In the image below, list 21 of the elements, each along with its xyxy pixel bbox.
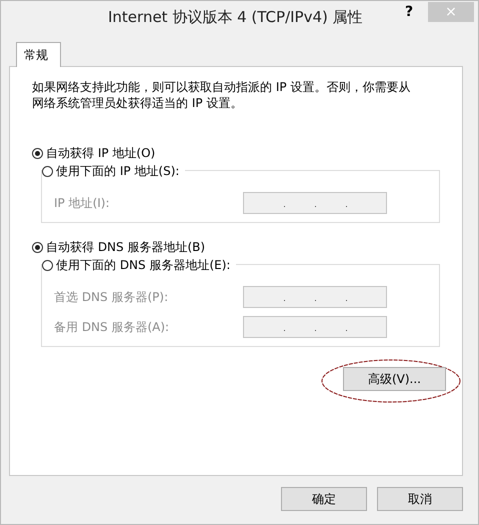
radio-label: 自动获得 IP 地址(O) xyxy=(46,145,156,162)
advanced-button[interactable]: 高级(V)... xyxy=(343,367,446,391)
description-text: 如果网络支持此功能，则可以获取自动指派的 IP 设置。否则，你需要从网络系统管理员处获得适当的 IP 设置。 xyxy=(32,79,412,111)
dialog-button[interactable]: 确定 xyxy=(281,487,367,511)
tab[interactable]: 常规 xyxy=(16,42,61,67)
window-title: Internet 协议版本 4 (TCP/IPv4) 属性 xyxy=(108,8,363,27)
ip-address-field[interactable] xyxy=(243,286,387,308)
radio-icon[interactable] xyxy=(42,166,53,177)
field-label: IP 地址(I): xyxy=(54,194,110,212)
dialog-button[interactable]: 取消 xyxy=(377,487,463,511)
radio-icon[interactable] xyxy=(42,260,53,271)
ip-address-field[interactable] xyxy=(243,192,387,214)
radio-label: 使用下面的 IP 地址(S): xyxy=(56,163,180,180)
radio-label: 自动获得 DNS 服务器地址(B) xyxy=(46,239,206,256)
radio-icon[interactable] xyxy=(32,148,43,159)
field-label: 首选 DNS 服务器(P): xyxy=(54,288,168,306)
ip-address-field[interactable] xyxy=(243,316,387,338)
radio-icon[interactable] xyxy=(32,242,43,253)
radio-label: 使用下面的 DNS 服务器地址(E): xyxy=(56,257,230,274)
help-button[interactable]: ? xyxy=(399,4,420,20)
field-label: 备用 DNS 服务器(A): xyxy=(54,318,170,336)
